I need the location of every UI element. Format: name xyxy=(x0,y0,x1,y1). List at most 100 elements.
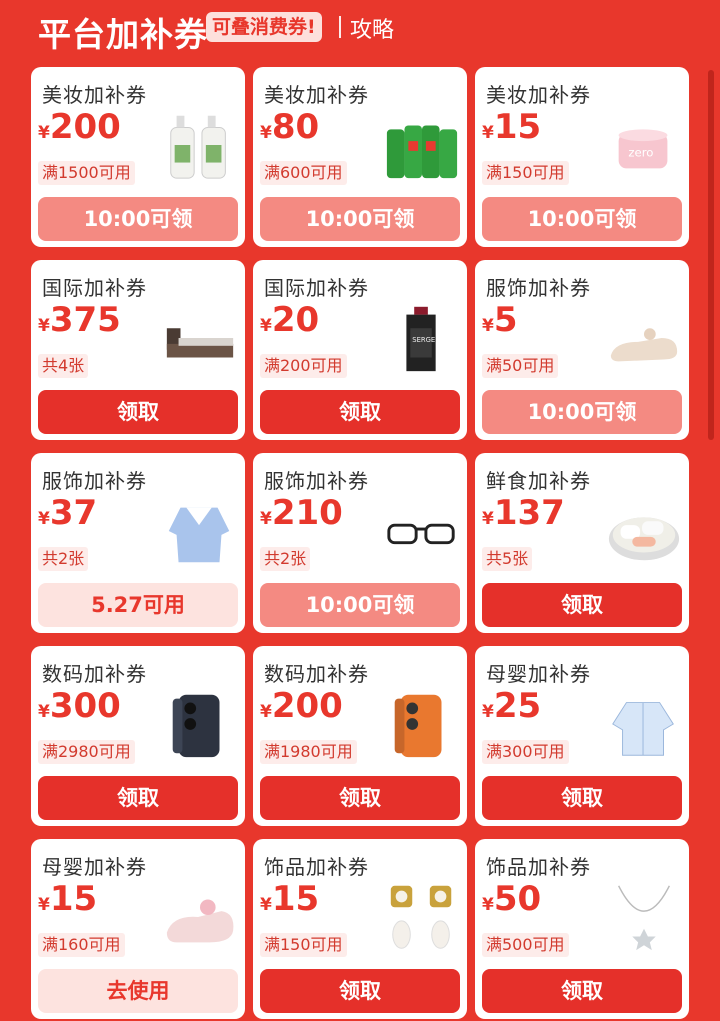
coupon-card[interactable]: 服饰加补券 ¥37 共2张 5.27可用 xyxy=(31,453,245,633)
coupon-card[interactable]: 母婴加补券 ¥25 满300可用 领取 xyxy=(475,646,689,826)
coupon-category: 服饰加补券 xyxy=(42,469,147,493)
coupon-amount: 25 xyxy=(493,686,542,726)
coupon-category: 国际加补券 xyxy=(42,276,147,300)
coupon-card[interactable]: 国际加补券 ¥20 满200可用 SERGE 领取 xyxy=(253,260,467,440)
coupon-price: ¥15 xyxy=(482,107,541,147)
coupon-card[interactable]: 美妆加补券 ¥200 满1500可用 10:00可领 xyxy=(31,67,245,247)
coupon-price: ¥200 xyxy=(38,107,121,147)
coupon-price: ¥375 xyxy=(38,300,121,340)
coupon-condition: 满2980可用 xyxy=(38,740,135,764)
coupon-amount: 200 xyxy=(271,686,343,726)
coupon-card[interactable]: 国际加补券 ¥375 共4张 领取 xyxy=(31,260,245,440)
coupon-amount: 15 xyxy=(271,879,320,919)
coupon-card[interactable]: 母婴加补券 ¥15 满160可用 去使用 xyxy=(31,839,245,1019)
coupon-condition: 共2张 xyxy=(260,547,311,571)
baby-jacket-icon xyxy=(612,702,674,756)
food-bowl-icon xyxy=(608,517,680,561)
coupon-card[interactable]: 数码加补券 ¥200 满1980可用 领取 xyxy=(253,646,467,826)
coupon-condition: 满300可用 xyxy=(482,740,569,764)
currency-symbol: ¥ xyxy=(482,316,494,336)
claim-button[interactable]: 领取 xyxy=(482,969,682,1013)
bed-icon xyxy=(166,328,234,358)
coupon-price: ¥37 xyxy=(38,493,97,533)
claim-button[interactable]: 领取 xyxy=(482,583,682,627)
coupon-condition: 满500可用 xyxy=(482,933,569,957)
coupon-amount: 137 xyxy=(493,493,565,533)
coupon-card[interactable]: 饰品加补券 ¥50 满500可用 领取 xyxy=(475,839,689,1019)
coupon-card[interactable]: 鲜食加补券 ¥137 共5张 领取 xyxy=(475,453,689,633)
claim-button[interactable]: 10:00可领 xyxy=(482,197,682,241)
coupon-condition: 共4张 xyxy=(38,354,89,378)
coupon-amount: 80 xyxy=(271,107,320,147)
coupon-category: 鲜食加补券 xyxy=(486,469,591,493)
claim-button[interactable]: 领取 xyxy=(38,390,238,434)
coupon-amount: 37 xyxy=(49,493,98,533)
coupon-condition: 满50可用 xyxy=(482,354,559,378)
coupon-category: 母婴加补券 xyxy=(486,662,591,686)
claim-button[interactable]: 去使用 xyxy=(38,969,238,1013)
claim-button[interactable]: 领取 xyxy=(260,390,460,434)
claim-button[interactable]: 5.27可用 xyxy=(38,583,238,627)
coupon-amount: 20 xyxy=(271,300,320,340)
eyeglasses-icon xyxy=(387,523,455,545)
claim-button[interactable]: 10:00可领 xyxy=(38,197,238,241)
perfume-bottle-icon: SERGE xyxy=(406,306,436,372)
currency-symbol: ¥ xyxy=(260,702,272,722)
header: 平台加补券 可叠消费券! 攻略 xyxy=(0,0,720,62)
coupon-category: 美妆加补券 xyxy=(264,83,369,107)
claim-button[interactable]: 领取 xyxy=(482,776,682,820)
coupon-price: ¥200 xyxy=(260,686,343,726)
page-title: 平台加补券 xyxy=(38,15,208,54)
coupon-condition: 满200可用 xyxy=(260,354,347,378)
coupon-price: ¥15 xyxy=(260,879,319,919)
scrollbar[interactable] xyxy=(708,70,714,440)
coupon-condition: 满160可用 xyxy=(38,933,125,957)
currency-symbol: ¥ xyxy=(482,123,494,143)
currency-symbol: ¥ xyxy=(38,509,50,529)
currency-symbol: ¥ xyxy=(260,316,272,336)
coupon-price: ¥50 xyxy=(482,879,541,919)
coupon-amount: 210 xyxy=(271,493,343,533)
baby-sandal-icon xyxy=(166,899,234,943)
coupon-condition: 满150可用 xyxy=(260,933,347,957)
coupon-card[interactable]: 美妆加补券 ¥15 满150可用 zero 10:00可领 xyxy=(475,67,689,247)
star-necklace-icon xyxy=(617,885,671,951)
coupon-price: ¥137 xyxy=(482,493,565,533)
coupon-card[interactable]: 美妆加补券 ¥80 满600可用 10:00可领 xyxy=(253,67,467,247)
coupon-category: 国际加补券 xyxy=(264,276,369,300)
currency-symbol: ¥ xyxy=(38,895,50,915)
coupon-price: ¥5 xyxy=(482,300,518,340)
claim-button[interactable]: 领取 xyxy=(260,776,460,820)
claim-button[interactable]: 领取 xyxy=(260,969,460,1013)
coupon-condition: 共2张 xyxy=(38,547,89,571)
claim-button[interactable]: 领取 xyxy=(38,776,238,820)
claim-button[interactable]: 10:00可领 xyxy=(260,583,460,627)
coupon-card[interactable]: 数码加补券 ¥300 满2980可用 领取 xyxy=(31,646,245,826)
currency-symbol: ¥ xyxy=(38,702,50,722)
currency-symbol: ¥ xyxy=(260,123,272,143)
dark-phone-icon xyxy=(172,694,220,758)
coupon-card[interactable]: 饰品加补券 ¥15 满150可用 领取 xyxy=(253,839,467,1019)
coupon-category: 饰品加补券 xyxy=(264,855,369,879)
detergent-bottles-icon xyxy=(386,125,458,179)
coupon-amount: 50 xyxy=(493,879,542,919)
coupon-amount: 300 xyxy=(49,686,121,726)
flat-shoe-icon xyxy=(610,328,678,362)
coupon-price: ¥210 xyxy=(260,493,343,533)
currency-symbol: ¥ xyxy=(482,895,494,915)
coupon-category: 服饰加补券 xyxy=(264,469,369,493)
coupon-price: ¥20 xyxy=(260,300,319,340)
coupon-category: 饰品加补券 xyxy=(486,855,591,879)
claim-button[interactable]: 10:00可领 xyxy=(260,197,460,241)
claim-button[interactable]: 10:00可领 xyxy=(482,390,682,434)
coupon-amount: 200 xyxy=(49,107,121,147)
coupon-amount: 15 xyxy=(493,107,542,147)
cream-jar-icon: zero xyxy=(618,129,668,169)
coupon-card[interactable]: 服饰加补券 ¥5 满50可用 10:00可领 xyxy=(475,260,689,440)
coupon-card[interactable]: 服饰加补券 ¥210 共2张 10:00可领 xyxy=(253,453,467,633)
lotion-bottles-icon xyxy=(170,115,226,179)
coupon-condition: 共5张 xyxy=(482,547,533,571)
currency-symbol: ¥ xyxy=(260,895,272,915)
coupon-category: 母婴加补券 xyxy=(42,855,147,879)
guide-link[interactable]: 攻略 xyxy=(350,12,394,44)
